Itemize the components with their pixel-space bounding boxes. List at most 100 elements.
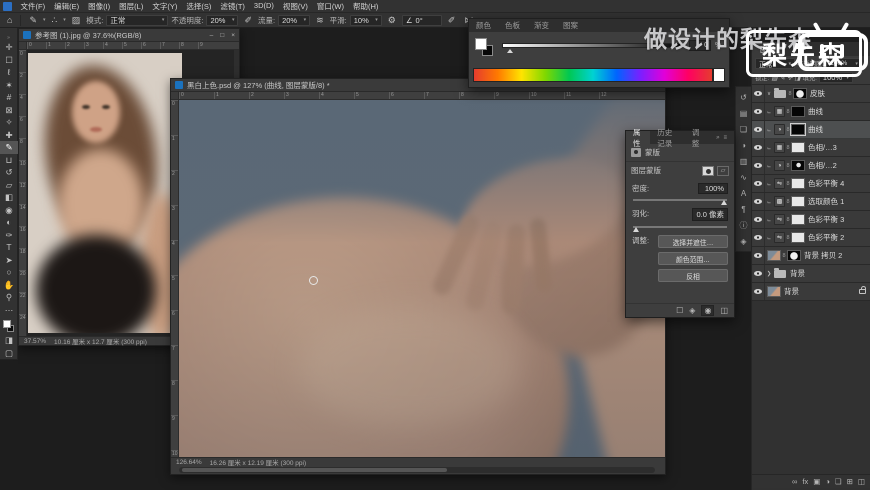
close-button[interactable]: × <box>231 32 235 39</box>
panel-paths-icon[interactable]: ∿ <box>740 170 747 186</box>
menu-item[interactable]: 图像(I) <box>84 1 115 12</box>
layer-name[interactable]: 背景 <box>784 286 799 297</box>
panel-character-icon[interactable]: A <box>741 186 746 202</box>
new-layer-icon[interactable]: ⊞ <box>847 477 853 486</box>
adjustment-icon[interactable]: ▦ <box>774 106 785 117</box>
layer-style-icon[interactable]: fx <box>802 477 808 486</box>
layer-row[interactable]: ⌐ ⇋ 8 色彩平衡 2 <box>752 229 870 247</box>
lasso-tool[interactable]: ℓ <box>0 66 18 79</box>
adjustment-icon[interactable]: ▩ <box>774 196 785 207</box>
opacity-select[interactable]: 20% ▾ <box>206 14 239 26</box>
mask-thumbnail[interactable] <box>791 214 805 225</box>
mask-thumbnail[interactable] <box>791 178 805 189</box>
brush-preset-icon[interactable]: ✎ <box>26 15 40 26</box>
layer-name[interactable]: 色彩平衡 4 <box>808 178 844 189</box>
pressure-opacity-icon[interactable]: ✐ <box>241 15 255 26</box>
dodge-tool[interactable]: ◐ <box>0 216 18 229</box>
panel-channels-icon[interactable]: ▥ <box>740 154 748 170</box>
doc1-titlebar[interactable]: 参考图 (1).jpg @ 37.6%(RGB/8) – □ × <box>19 29 239 42</box>
magic-wand-tool[interactable]: ✶ <box>0 79 18 92</box>
layer-row[interactable]: ⌐ ◑ 8 色相/…2 <box>752 157 870 175</box>
adjustment-icon[interactable]: ⇋ <box>774 214 785 225</box>
minimize-button[interactable]: – <box>210 32 214 39</box>
layer-name[interactable]: 选取颜色 1 <box>808 196 844 207</box>
panel-tab[interactable]: 颜色 <box>469 19 498 32</box>
pen-tool[interactable]: ✑ <box>0 229 18 242</box>
link-layers-icon[interactable]: ∞ <box>792 477 797 486</box>
chevron-down-icon[interactable]: ∨ <box>765 91 773 97</box>
layer-row[interactable]: ⌐ ▩ 8 选取颜色 1 <box>752 193 870 211</box>
history-brush-tool[interactable]: ↺ <box>0 166 18 179</box>
feather-slider[interactable] <box>633 226 727 232</box>
path-select-tool[interactable]: ➤ <box>0 254 18 267</box>
visibility-toggle[interactable] <box>752 139 765 156</box>
quick-mask-icon[interactable]: ◨ <box>0 334 18 347</box>
menu-item[interactable]: 3D(D) <box>249 1 278 12</box>
visibility-toggle[interactable] <box>752 121 765 138</box>
tab-history[interactable]: 历史记录 <box>650 128 685 148</box>
visibility-toggle[interactable] <box>752 157 765 174</box>
layer-row-group[interactable]: ❯ 背景 <box>752 265 870 283</box>
brush-panel-toggle-icon[interactable]: ▨ <box>69 15 84 26</box>
visibility-toggle[interactable] <box>752 265 765 282</box>
density-value-field[interactable]: 100% <box>698 183 728 194</box>
add-mask-icon[interactable]: ▣ <box>813 477 820 486</box>
layer-name[interactable]: 背景 <box>790 268 805 279</box>
doc2-zoom-level[interactable]: 126.64% <box>176 459 202 466</box>
selection-from-mask-icon[interactable]: ☐ <box>676 306 683 315</box>
healing-brush-tool[interactable]: ✚ <box>0 129 18 142</box>
photoshop-app-icon[interactable] <box>3 1 12 11</box>
frame-tool[interactable]: ⊠ <box>0 104 18 117</box>
foreground-color-swatch[interactable] <box>475 38 487 50</box>
visibility-toggle[interactable] <box>752 175 765 192</box>
mask-thumbnail[interactable] <box>791 196 805 207</box>
feather-value-field[interactable]: 0.0 像素 <box>692 208 728 221</box>
layer-name[interactable]: 曲线 <box>808 124 823 135</box>
color-swatches[interactable] <box>0 318 18 334</box>
layer-name[interactable]: 色彩平衡 2 <box>808 232 844 243</box>
select-vector-mask-button[interactable]: ▱ <box>717 165 729 176</box>
foreground-color-swatch[interactable] <box>3 320 11 328</box>
flow-select[interactable]: 20% ▾ <box>278 14 311 26</box>
adjustment-icon[interactable]: ▦ <box>774 142 785 153</box>
more-tools[interactable]: ⋯ <box>0 304 18 317</box>
move-tool[interactable]: ✛ <box>0 41 18 54</box>
layer-name[interactable]: 色相/…3 <box>808 142 837 153</box>
mask-action-button[interactable]: 选择并遮住… <box>658 235 728 248</box>
mask-visibility-icon[interactable]: ◉ <box>701 305 715 316</box>
visibility-toggle[interactable] <box>752 85 765 102</box>
brush-tool[interactable]: ✎ <box>0 141 18 154</box>
new-group-icon[interactable]: ❏ <box>835 477 842 486</box>
slider-knob-icon[interactable] <box>633 227 639 232</box>
tab-properties[interactable]: 属性 <box>626 128 651 148</box>
screen-mode-icon[interactable]: ▢ <box>0 347 18 360</box>
visibility-toggle[interactable] <box>752 103 765 120</box>
panel-navigator-icon[interactable]: ◈ <box>740 234 746 250</box>
adjustment-icon[interactable]: ◑ <box>774 124 785 135</box>
mask-thumbnail[interactable] <box>787 250 801 261</box>
hue-spectrum-bar[interactable] <box>473 68 713 82</box>
tab-adjustments[interactable]: 调整 <box>685 128 709 148</box>
adjustment-icon[interactable]: ⇋ <box>774 178 785 189</box>
zoom-tool[interactable]: ⚲ <box>0 291 18 304</box>
layer-name[interactable]: 色彩平衡 3 <box>808 214 844 225</box>
visibility-toggle[interactable] <box>752 247 765 264</box>
panel-paragraph-icon[interactable]: ¶ <box>741 202 745 218</box>
mask-action-button[interactable]: 颜色范围… <box>658 252 728 265</box>
blend-mode-select[interactable]: 正常 ▾ <box>106 14 169 26</box>
menu-item[interactable]: 帮助(H) <box>349 1 383 12</box>
blur-tool[interactable]: ◉ <box>0 204 18 217</box>
pressure-size-icon[interactable]: ✐ <box>445 15 459 26</box>
visibility-toggle[interactable] <box>752 283 765 300</box>
mask-thumbnail[interactable] <box>791 106 805 117</box>
menu-item[interactable]: 文件(F) <box>16 1 50 12</box>
shape-tool[interactable]: ○ <box>0 266 18 279</box>
panel-tab[interactable]: 图案 <box>556 19 585 32</box>
visibility-toggle[interactable] <box>752 193 765 210</box>
visibility-toggle[interactable] <box>752 211 765 228</box>
marquee-tool[interactable]: ☐ <box>0 54 18 67</box>
layer-name[interactable]: 曲线 <box>808 106 823 117</box>
layer-name[interactable]: 色相/…2 <box>808 160 837 171</box>
menu-item[interactable]: 编辑(E) <box>50 1 84 12</box>
mask-thumbnail[interactable] <box>791 232 805 243</box>
